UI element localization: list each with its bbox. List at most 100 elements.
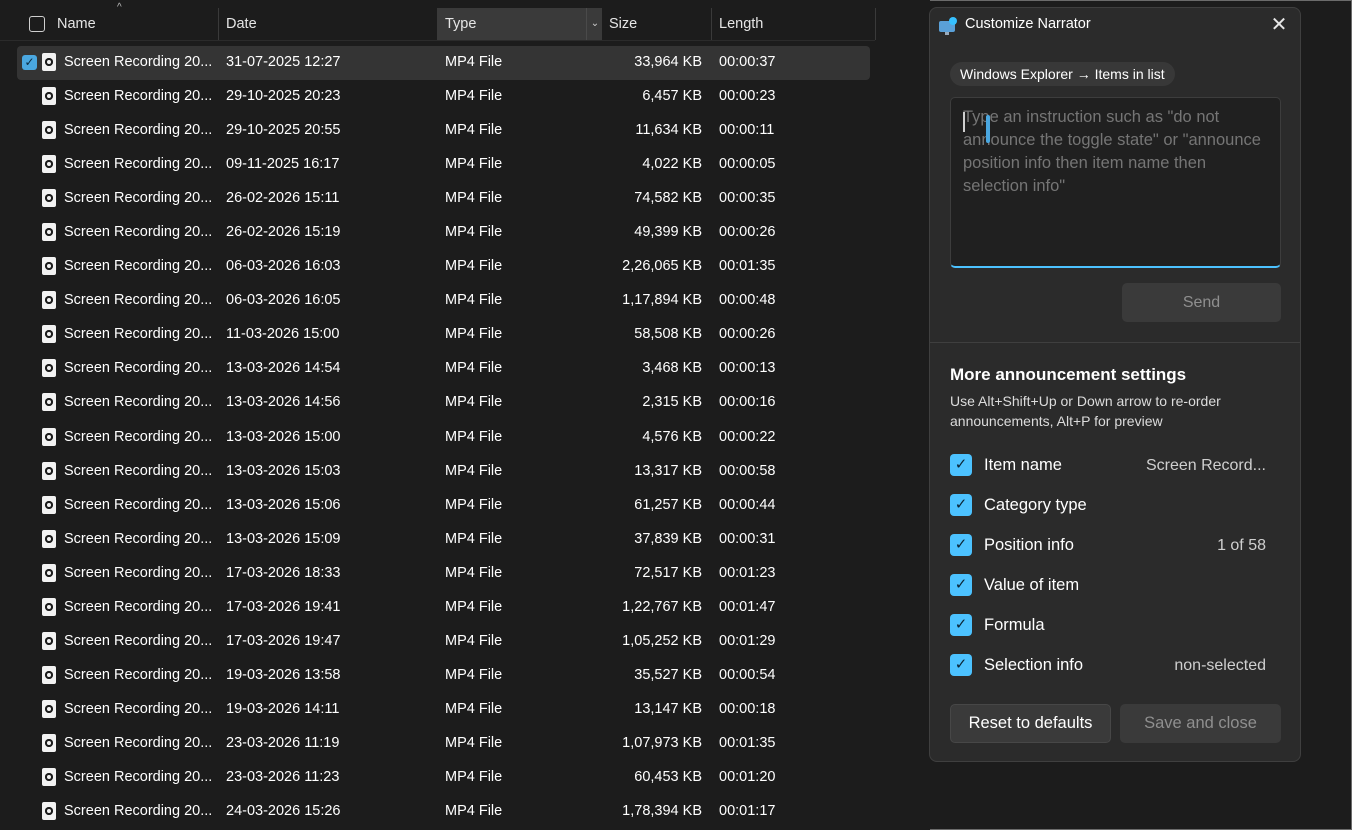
select-all-checkbox[interactable] xyxy=(29,16,45,32)
file-date: 23-03-2026 11:23 xyxy=(226,769,340,785)
file-date: 26-02-2026 15:19 xyxy=(226,224,341,240)
video-file-icon xyxy=(42,291,56,309)
file-date: 13-03-2026 15:09 xyxy=(226,531,341,547)
option-checkbox[interactable]: ✓ xyxy=(950,614,972,636)
table-row[interactable]: Screen Recording 20... 26-02-2026 15:11 MP… xyxy=(17,182,870,216)
table-row[interactable]: Screen Recording 20... 13-03-2026 15:00 MP… xyxy=(17,421,870,455)
table-row[interactable]: Screen Recording 20... 19-03-2026 13:58 MP… xyxy=(17,659,870,693)
file-length: 00:01:35 xyxy=(719,735,776,751)
table-row[interactable]: Screen Recording 20... 09-11-2025 16:17 MP… xyxy=(17,148,870,182)
file-size: 13,147 KB xyxy=(634,701,702,717)
file-size: 35,527 KB xyxy=(634,667,702,683)
column-header-size[interactable]: Size xyxy=(601,8,711,40)
send-button[interactable]: Send xyxy=(1122,283,1281,322)
table-row[interactable]: Screen Recording 20... 19-03-2026 14:11 MP… xyxy=(17,693,870,727)
save-and-close-button[interactable]: Save and close xyxy=(1120,704,1281,743)
option-checkbox[interactable]: ✓ xyxy=(950,494,972,516)
table-row[interactable]: Screen Recording 20... 13-03-2026 14:54 MP… xyxy=(17,352,870,386)
file-type: MP4 File xyxy=(445,599,503,615)
announcement-option: ✓ Position info 1 of 58 xyxy=(950,532,1280,560)
file-name: Screen Recording 20... xyxy=(64,463,213,479)
table-row[interactable]: Screen Recording 20... 11-03-2026 15:00 MP… xyxy=(17,318,870,352)
table-row[interactable]: Screen Recording 20... 17-03-2026 18:33 MP… xyxy=(17,557,870,591)
column-header-length[interactable]: Length xyxy=(711,8,875,40)
column-header-type[interactable]: Type xyxy=(437,8,601,40)
file-date: 26-02-2026 15:11 xyxy=(226,190,340,206)
table-row[interactable]: Screen Recording 20... 17-03-2026 19:47 MP… xyxy=(17,625,870,659)
reset-to-defaults-button[interactable]: Reset to defaults xyxy=(950,704,1111,743)
table-row[interactable]: Screen Recording 20... 13-03-2026 15:09 MP… xyxy=(17,523,870,557)
section-title: More announcement settings xyxy=(950,365,1187,384)
file-name: Screen Recording 20... xyxy=(64,701,213,717)
file-date: 29-10-2025 20:55 xyxy=(226,122,341,138)
table-row[interactable]: Screen Recording 20... 13-03-2026 14:56 MP… xyxy=(17,386,870,420)
file-date: 11-03-2026 15:00 xyxy=(226,326,340,342)
option-label: Formula xyxy=(984,616,1045,634)
file-size: 11,634 KB xyxy=(635,122,702,138)
column-header-name[interactable]: Name xyxy=(49,8,219,40)
column-header-date[interactable]: Date xyxy=(218,8,437,40)
file-length: 00:01:47 xyxy=(719,599,776,615)
video-file-icon xyxy=(42,666,56,684)
file-size: 60,453 KB xyxy=(634,769,702,785)
file-length: 00:00:16 xyxy=(719,394,776,410)
video-file-icon xyxy=(42,530,56,548)
file-type: MP4 File xyxy=(445,701,503,717)
table-row[interactable]: ✓ Screen Recording 20... 31-07-2025 12:27 M… xyxy=(17,46,870,80)
option-label: Position info xyxy=(984,536,1074,554)
file-length: 00:00:58 xyxy=(719,463,776,479)
text-cursor-icon xyxy=(986,115,990,143)
file-type: MP4 File xyxy=(445,156,503,172)
announcement-option: ✓ Category type xyxy=(950,492,1280,520)
video-file-icon xyxy=(42,189,56,207)
file-type: MP4 File xyxy=(445,122,503,138)
file-size: 1,05,252 KB xyxy=(622,633,702,649)
table-row[interactable]: Screen Recording 20... 13-03-2026 15:03 MP… xyxy=(17,455,870,489)
table-row[interactable]: Screen Recording 20... 17-03-2026 19:41 MP… xyxy=(17,591,870,625)
section-description: Use Alt+Shift+Up or Down arrow to re-ord… xyxy=(950,393,1221,429)
table-row[interactable]: Screen Recording 20... 24-03-2026 15:26 MP… xyxy=(17,795,870,829)
table-row[interactable]: Screen Recording 20... 06-03-2026 16:05 MP… xyxy=(17,284,870,318)
table-row[interactable]: Screen Recording 20... 23-03-2026 11:23 MP… xyxy=(17,761,870,795)
video-file-icon xyxy=(42,223,56,241)
video-file-icon xyxy=(42,257,56,275)
file-size: 3,468 KB xyxy=(642,360,702,376)
file-type: MP4 File xyxy=(445,88,503,104)
file-length: 00:00:23 xyxy=(719,88,776,104)
option-checkbox[interactable]: ✓ xyxy=(950,654,972,676)
video-file-icon xyxy=(42,359,56,377)
table-row[interactable]: Screen Recording 20... 29-10-2025 20:23 MP… xyxy=(17,80,870,114)
file-date: 19-03-2026 14:11 xyxy=(226,701,340,717)
table-row[interactable]: Screen Recording 20... 06-03-2026 16:03 MP… xyxy=(17,250,870,284)
file-size: 49,399 KB xyxy=(634,224,702,240)
table-row[interactable]: Screen Recording 20... 26-02-2026 15:19 MP… xyxy=(17,216,870,250)
option-checkbox[interactable]: ✓ xyxy=(950,534,972,556)
row-checkbox[interactable]: ✓ xyxy=(22,55,37,70)
file-length: 00:00:26 xyxy=(719,224,776,240)
announcement-option: ✓ Value of item xyxy=(950,572,1280,600)
narrator-app-icon xyxy=(939,17,957,35)
video-file-icon xyxy=(42,632,56,650)
close-icon[interactable]: ✕ xyxy=(1268,14,1290,36)
context-chip: Windows Explorer → Items in list xyxy=(950,62,1175,86)
table-row[interactable]: Screen Recording 20... 29-10-2025 20:55 MP… xyxy=(17,114,870,148)
customize-narrator-dialog: Customize Narrator ✕ Windows Explorer → … xyxy=(929,7,1301,762)
file-size: 1,17,894 KB xyxy=(622,292,702,308)
file-type: MP4 File xyxy=(445,769,503,785)
table-row[interactable]: Screen Recording 20... 23-03-2026 11:19 MP… xyxy=(17,727,870,761)
file-date: 06-03-2026 16:05 xyxy=(226,292,341,308)
file-type: MP4 File xyxy=(445,326,503,342)
option-label: Selection info xyxy=(984,656,1084,674)
video-file-icon xyxy=(42,53,56,71)
column-divider[interactable] xyxy=(875,8,876,40)
table-row[interactable]: Screen Recording 20... 13-03-2026 15:06 MP… xyxy=(17,489,870,523)
instruction-input[interactable] xyxy=(950,97,1281,268)
text-caret xyxy=(963,112,965,132)
file-type: MP4 File xyxy=(445,258,503,274)
divider xyxy=(930,342,1300,343)
file-size: 1,22,767 KB xyxy=(622,599,702,615)
option-label: Category type xyxy=(984,496,1087,514)
file-length: 00:00:35 xyxy=(719,190,776,206)
option-checkbox[interactable]: ✓ xyxy=(950,574,972,596)
option-checkbox[interactable]: ✓ xyxy=(950,454,972,476)
